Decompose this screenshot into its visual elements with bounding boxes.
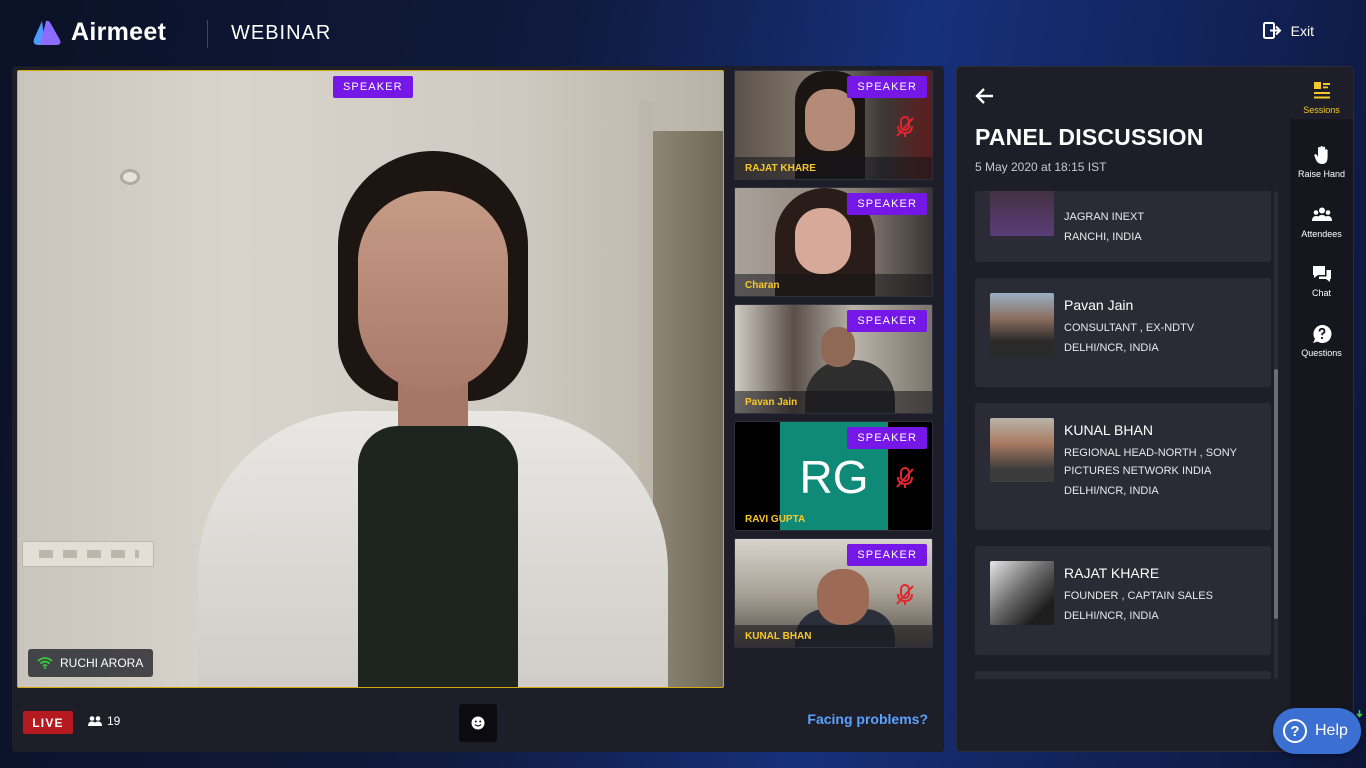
video-background (821, 327, 855, 367)
speaker-badge: SPEAKER (333, 76, 413, 98)
speaker-list[interactable]: JAGRAN INEXT RANCHI, INDIA Pavan Jain CO… (975, 191, 1277, 679)
speaker-photo (990, 191, 1054, 236)
speaker-photo (990, 561, 1054, 625)
tile-speaker-name: KUNAL BHAN (735, 625, 932, 647)
help-button[interactable]: ? Help (1273, 708, 1361, 754)
speaker-name: KUNAL BHAN (1064, 422, 1153, 438)
speaker-badge: SPEAKER (847, 544, 927, 566)
sessions-panel: PANEL DISCUSSION 5 May 2020 at 18:15 IST… (956, 66, 1354, 752)
header-divider (207, 20, 208, 48)
tile-speaker-name: Pavan Jain (735, 391, 932, 413)
speaker-tile-rajat-khare[interactable]: SPEAKER RAJAT KHARE (734, 70, 933, 180)
rail-label: Attendees (1301, 229, 1342, 239)
speaker-name: RAJAT KHARE (1064, 565, 1160, 581)
people-icon (88, 716, 102, 726)
speaker-card[interactable]: Pavan Jain CONSULTANT , EX-NDTV DELHI/NC… (975, 278, 1271, 387)
speaker-tile-charan[interactable]: SPEAKER Charan (734, 187, 933, 297)
exit-label: Exit (1290, 22, 1314, 39)
speaker-tile-ravi-gupta[interactable]: RG SPEAKER RAVI GUPTA (734, 421, 933, 531)
brand-name: Airmeet (71, 18, 167, 46)
speaker-name: Pavan Jain (1064, 297, 1134, 313)
video-background (817, 569, 869, 625)
session-details: PANEL DISCUSSION 5 May 2020 at 18:15 IST… (957, 67, 1290, 751)
exit-icon (1262, 22, 1282, 39)
rail-label: Chat (1311, 288, 1331, 298)
smiley-icon (471, 716, 485, 730)
raise-hand-icon (1313, 146, 1328, 164)
download-arrow-icon (1356, 710, 1363, 718)
video-background (120, 169, 140, 185)
main-speaker-name: RUCHI ARORA (60, 656, 144, 670)
speaker-photo (990, 293, 1054, 357)
video-background (22, 541, 154, 567)
speaker-card[interactable]: RAJAT KHARE FOUNDER , CAPTAIN SALES DELH… (975, 546, 1271, 655)
speaker-card[interactable] (975, 671, 1271, 679)
speaker-designation: CONSULTANT , EX-NDTV (1064, 322, 1195, 334)
speaker-designation: JAGRAN INEXT (1064, 211, 1145, 223)
speaker-badge: SPEAKER (847, 193, 927, 215)
chat-icon (1312, 266, 1331, 282)
speaker-card[interactable]: KUNAL BHAN REGIONAL HEAD-NORTH , SONY PI… (975, 403, 1271, 530)
exit-button[interactable]: Exit (1262, 22, 1314, 39)
attendee-count-value: 19 (107, 714, 121, 728)
video-background (795, 208, 851, 274)
live-badge: LIVE (23, 711, 73, 734)
help-icon: ? (1283, 719, 1307, 743)
speaker-location: RANCHI, INDIA (1064, 231, 1142, 243)
stage: SPEAKER RUCHI ARORA SPEAKER RAJAT KHARE … (12, 66, 944, 752)
speaker-designation: FOUNDER , CAPTAIN SALES (1064, 590, 1213, 602)
main-speaker-video[interactable]: SPEAKER RUCHI ARORA (17, 70, 724, 688)
rail-chat[interactable]: Chat (1290, 264, 1353, 298)
side-rail: Sessions Raise Hand Attendees Chat Quest… (1290, 67, 1353, 751)
rail-raise-hand[interactable]: Raise Hand (1290, 145, 1353, 179)
session-title: PANEL DISCUSSION (975, 124, 1204, 150)
tile-speaker-name: RAVI GUPTA (745, 513, 806, 525)
speaker-tile-kunal-bhan[interactable]: SPEAKER KUNAL BHAN (734, 538, 933, 648)
speaker-location: DELHI/NCR, INDIA (1064, 610, 1159, 622)
rail-attendees[interactable]: Attendees (1290, 205, 1353, 239)
top-bar: Airmeet WEBINAR Exit (0, 0, 1366, 66)
reaction-button[interactable] (459, 704, 497, 742)
rail-label: Questions (1301, 348, 1342, 358)
speaker-location: DELHI/NCR, INDIA (1064, 342, 1159, 354)
attendee-count[interactable]: 19 (88, 714, 120, 728)
attendees-icon (1311, 207, 1332, 221)
speaker-designation: REGIONAL HEAD-NORTH , SONY PICTURES NETW… (1064, 447, 1237, 477)
speaker-tile-pavan-jain[interactable]: SPEAKER Pavan Jain (734, 304, 933, 414)
video-background (805, 89, 855, 151)
speaker-badge: SPEAKER (847, 427, 927, 449)
rail-label: Raise Hand (1297, 169, 1346, 179)
rail-questions[interactable]: Questions (1290, 324, 1353, 358)
tile-speaker-name: RAJAT KHARE (735, 157, 932, 179)
airmeet-logo: Airmeet (32, 18, 166, 47)
facing-problems-link[interactable]: Facing problems? (807, 711, 928, 727)
help-label: Help (1315, 722, 1348, 739)
session-date: 5 May 2020 at 18:15 IST (975, 160, 1107, 174)
rail-label: Sessions (1303, 105, 1340, 115)
airmeet-logo-icon (33, 20, 61, 45)
speaker-location: DELHI/NCR, INDIA (1064, 485, 1159, 497)
speaker-badge: SPEAKER (847, 310, 927, 332)
questions-icon (1312, 324, 1331, 343)
speaker-photo (990, 418, 1054, 482)
mic-off-icon (896, 467, 914, 488)
tile-speaker-name: Charan (735, 274, 932, 296)
speaker-card[interactable]: JAGRAN INEXT RANCHI, INDIA (975, 191, 1271, 262)
mic-off-icon (896, 584, 914, 605)
event-type-label: WEBINAR (231, 22, 332, 44)
scrollbar-thumb[interactable] (1274, 369, 1278, 619)
scrollbar[interactable] (1274, 191, 1278, 679)
speaker-badge: SPEAKER (847, 76, 927, 98)
rail-sessions[interactable]: Sessions (1290, 81, 1353, 115)
wifi-icon (37, 657, 53, 669)
sessions-icon (1313, 82, 1330, 99)
speaker-figure (198, 151, 668, 687)
main-speaker-name-tag: RUCHI ARORA (28, 649, 154, 677)
back-arrow-icon[interactable] (975, 87, 995, 105)
mic-off-icon (896, 116, 914, 137)
